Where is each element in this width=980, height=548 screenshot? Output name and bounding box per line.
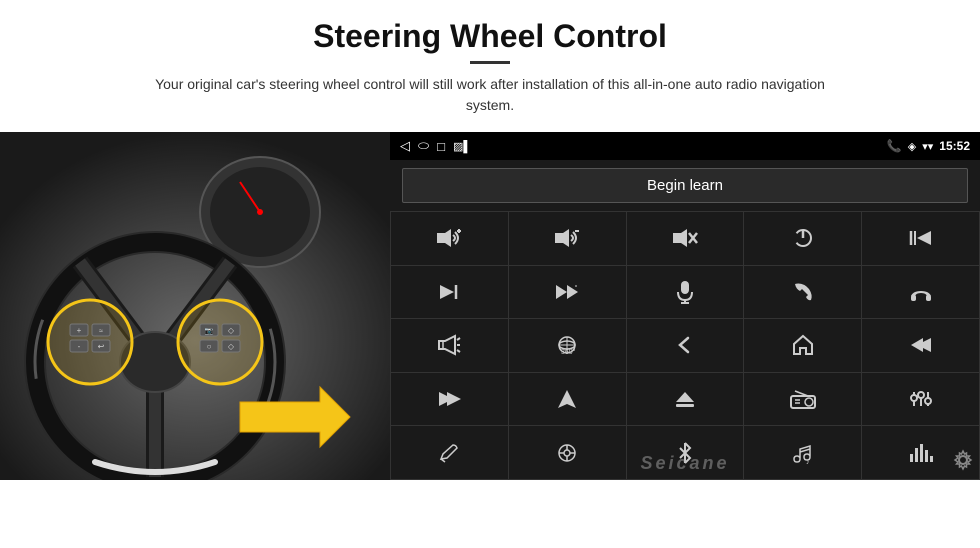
phone-call-button[interactable] [744,266,861,319]
svg-text:♪: ♪ [806,459,810,464]
svg-text:◇: ◇ [228,326,235,335]
radio-ui: ◁ ⬭ □ ▨▌ 📞 ◈ ▾▾ 15:52 Begin learn [390,132,980,480]
svg-text:○: ○ [207,342,212,351]
clock: 15:52 [939,139,970,153]
svg-text:↩: ↩ [98,342,105,351]
svg-text:◇: ◇ [228,342,235,351]
navigation-button[interactable] [509,373,626,426]
home-nav-button[interactable] [744,319,861,372]
settings-gear-icon[interactable] [952,449,974,476]
mic-button[interactable] [627,266,744,319]
subtitle-text: Your original car's steering wheel contr… [150,74,830,116]
icon-grid: 360° [390,211,980,480]
phone-status-icon: 📞 [887,139,902,153]
back-nav-icon[interactable]: ◁ [400,138,410,154]
steering-wheel-photo: + ≈ - ↩ 📷 ◇ ○ ◇ [0,132,390,480]
svg-text:+: + [77,326,82,335]
mute-button[interactable] [627,212,744,265]
hang-up-button[interactable] [862,266,979,319]
status-indicators: 📞 ◈ ▾▾ 15:52 [887,139,970,153]
skip-back-button[interactable] [862,319,979,372]
page-title: Steering Wheel Control [40,18,940,55]
back-nav-button[interactable] [627,319,744,372]
status-nav-icons: ◁ ⬭ □ ▨▌ [400,138,471,154]
menu-button[interactable] [509,426,626,479]
ff-button[interactable] [509,266,626,319]
prev-media-button[interactable] [862,212,979,265]
vol-up-button[interactable] [391,212,508,265]
eject-button[interactable] [627,373,744,426]
svg-text:360°: 360° [561,348,576,356]
svg-text:-: - [78,342,81,351]
horn-button[interactable] [391,319,508,372]
begin-learn-button[interactable]: Begin learn [402,168,968,203]
header-section: Steering Wheel Control Your original car… [0,0,980,124]
bluetooth-button[interactable] [627,426,744,479]
wifi-icon: ▾▾ [922,140,933,153]
equalizer-button[interactable] [862,373,979,426]
svg-text:≈: ≈ [99,328,103,335]
content-row: + ≈ - ↩ 📷 ◇ ○ ◇ [0,132,980,480]
next-track-button[interactable] [391,266,508,319]
vol-down-button[interactable] [509,212,626,265]
title-divider [470,61,510,64]
status-bar: ◁ ⬭ □ ▨▌ 📞 ◈ ▾▾ 15:52 [390,132,980,160]
power-button[interactable] [744,212,861,265]
skip-fwd-button[interactable] [391,373,508,426]
radio-button[interactable] [744,373,861,426]
recents-nav-icon[interactable]: □ [437,139,445,154]
pen-button[interactable] [391,426,508,479]
music-button[interactable]: ♪ [744,426,861,479]
page: Steering Wheel Control Your original car… [0,0,980,548]
svg-text:📷: 📷 [205,327,214,335]
home-nav-icon[interactable]: ⬭ [418,138,429,154]
signal-icon: ▨▌ [453,140,471,153]
begin-learn-row: Begin learn [390,160,980,211]
location-icon: ◈ [908,140,916,153]
cam-360-button[interactable]: 360° [509,319,626,372]
